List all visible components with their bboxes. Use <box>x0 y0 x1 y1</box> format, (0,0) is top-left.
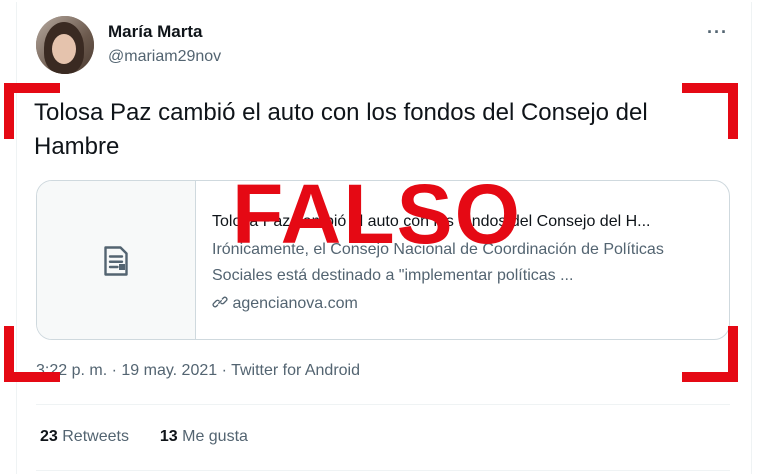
link-thumbnail <box>37 181 196 339</box>
avatar[interactable] <box>36 16 94 74</box>
likes-count[interactable]: 13 <box>160 428 178 445</box>
more-options-icon[interactable]: ··· <box>707 22 728 43</box>
divider <box>36 470 730 471</box>
link-icon <box>212 296 228 308</box>
document-icon <box>104 246 128 276</box>
corner-bracket-top-left <box>4 83 60 93</box>
likes-label[interactable]: Me gusta <box>182 428 248 445</box>
retweets-count[interactable]: 23 <box>40 428 58 445</box>
tweet-stats: 23 Retweets 13 Me gusta <box>40 428 248 446</box>
link-domain-text: agencianova.com <box>232 295 358 312</box>
divider <box>36 404 730 405</box>
user-name[interactable]: María Marta <box>108 22 202 42</box>
tweet-text: Tolosa Paz cambió el auto con los fondos… <box>34 99 648 160</box>
tweet-timestamp[interactable]: 3:22 p. m. · 19 may. 2021 · Twitter for … <box>36 362 360 380</box>
falso-stamp: FALSO <box>232 167 523 261</box>
corner-bracket-top-right <box>682 83 738 93</box>
corner-bracket-bottom-right <box>682 372 738 382</box>
link-domain: agencianova.com <box>212 293 712 315</box>
corner-bracket-bottom-left <box>4 372 60 382</box>
user-handle[interactable]: @mariam29nov <box>108 48 221 66</box>
retweets-label[interactable]: Retweets <box>62 428 129 445</box>
